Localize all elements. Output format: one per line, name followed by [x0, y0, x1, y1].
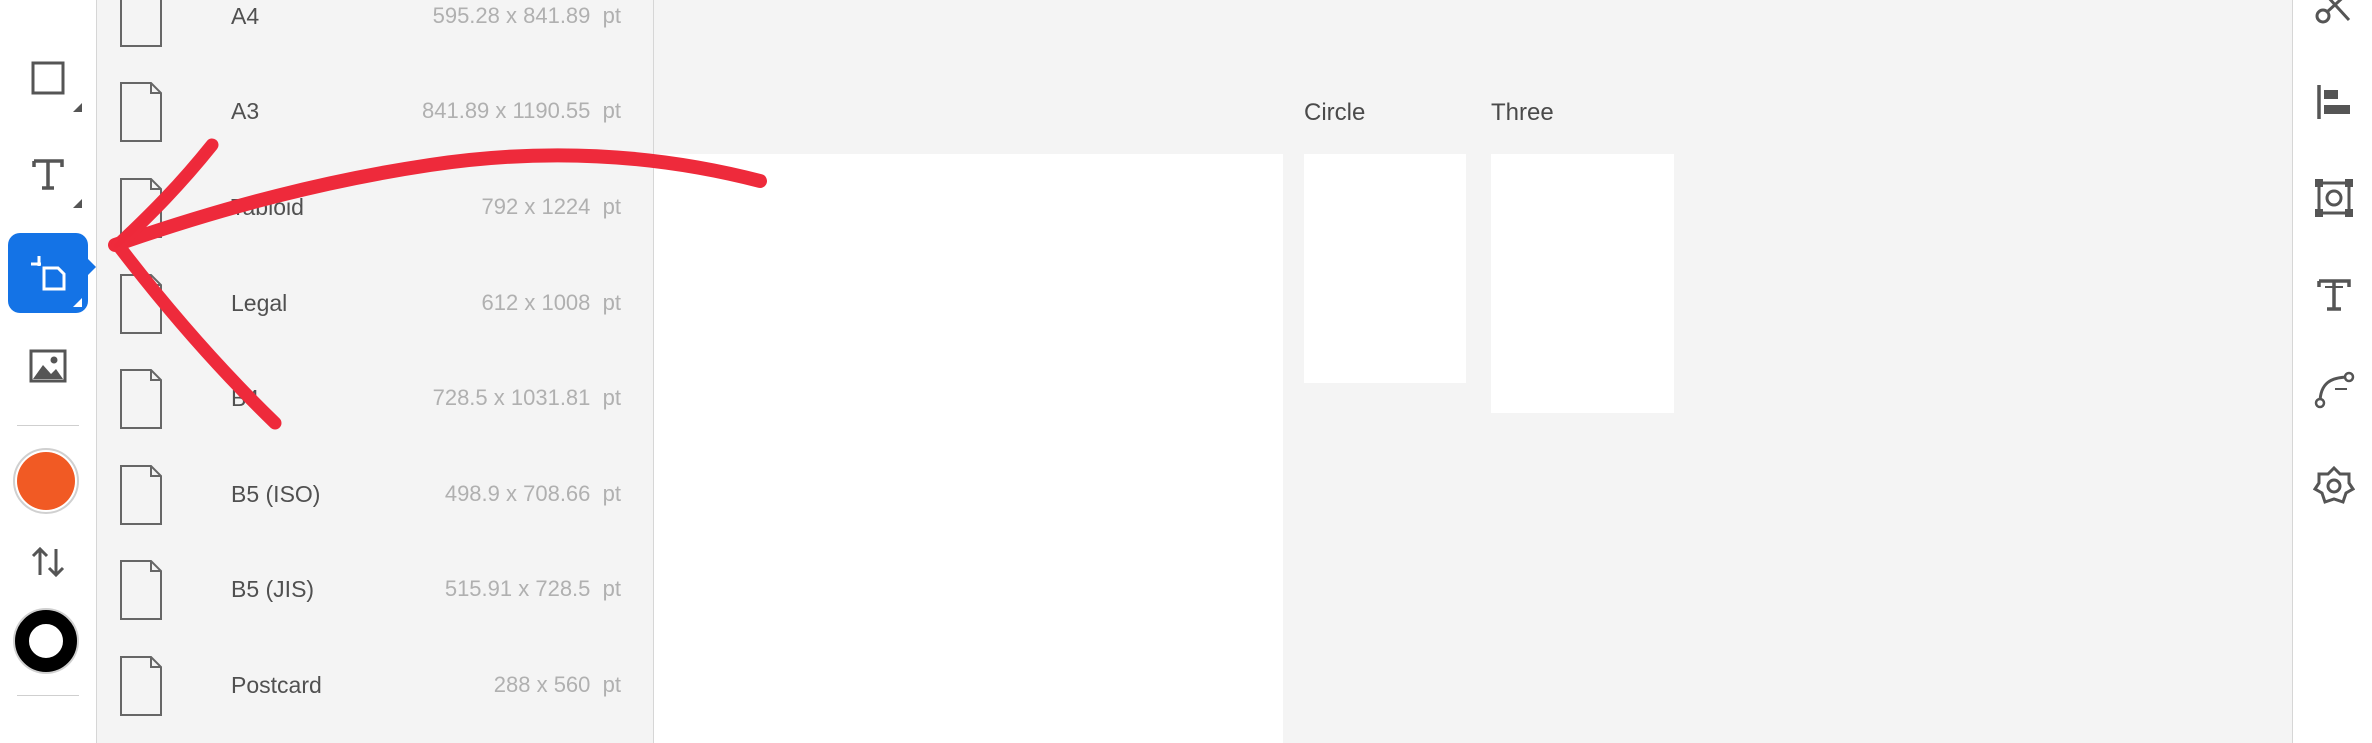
left-toolbar: [0, 0, 97, 743]
preset-row[interactable]: B5 (JIS) 515.91 x 728.5 pt: [97, 541, 653, 637]
path-icon[interactable]: [2313, 369, 2355, 411]
artboard-presets-panel: A4 595.28 x 841.89 pt A3 841.89 x 1190.55 p…: [97, 0, 654, 743]
artboard-label-three[interactable]: Three: [1491, 99, 1554, 127]
swap-arrows-icon[interactable]: [28, 545, 68, 579]
rectangle-icon: [31, 61, 65, 95]
document-icon: [120, 465, 162, 525]
artboard-three[interactable]: [1491, 154, 1674, 413]
scissors-icon[interactable]: [2313, 0, 2355, 28]
document-icon: [120, 178, 162, 238]
preset-name: A4: [231, 3, 260, 29]
rectangle-tool[interactable]: [8, 38, 88, 118]
settings-icon[interactable]: [2313, 465, 2355, 507]
transform-icon[interactable]: [2313, 177, 2355, 219]
preset-name: B4: [231, 385, 260, 411]
image-tool[interactable]: [8, 326, 88, 406]
artboard-circle[interactable]: [1304, 154, 1466, 383]
artboard-label-circle[interactable]: Circle: [1304, 99, 1365, 127]
preset-name: Postcard: [231, 672, 322, 698]
toolbar-divider: [17, 695, 79, 696]
document-icon: [120, 656, 162, 716]
preset-dims-value: 515.91 x 728.5: [444, 576, 591, 601]
align-left-icon[interactable]: [2313, 81, 2355, 123]
preset-row[interactable]: Legal 612 x 1008 pt: [97, 255, 653, 351]
preset-unit: pt: [602, 385, 621, 410]
preset-dimensions: 498.9 x 708.66 pt: [445, 446, 621, 542]
fill-color-dot: [17, 452, 75, 510]
preset-row[interactable]: B5 (ISO) 498.9 x 708.66 pt: [97, 446, 653, 542]
document-icon: [120, 560, 162, 620]
preset-name: B5 (JIS): [231, 576, 315, 602]
preset-dims-value: 498.9 x 708.66: [444, 481, 591, 506]
artboard-tool[interactable]: [8, 233, 88, 313]
document-icon: [120, 369, 162, 429]
preset-dimensions: 612 x 1008 pt: [482, 255, 621, 351]
preset-unit: pt: [602, 194, 621, 219]
preset-unit: pt: [602, 576, 621, 601]
preset-dimensions: 841.89 x 1190.55 pt: [422, 63, 621, 159]
submenu-corner-icon: [73, 298, 82, 307]
preset-unit: pt: [602, 672, 621, 697]
document-icon: [120, 274, 162, 334]
preset-dimensions: 515.91 x 728.5 pt: [445, 541, 621, 637]
preset-row[interactable]: Postcard 288 x 560 pt: [97, 637, 653, 733]
preset-unit: pt: [602, 98, 621, 123]
preset-dims-value: 841.89 x 1190.55: [422, 98, 591, 123]
preset-name: Legal: [231, 290, 288, 316]
preset-name: A3: [231, 98, 260, 124]
selection-pointer: [86, 257, 96, 277]
preset-dims-value: 612 x 1008: [481, 290, 591, 315]
preset-unit: pt: [602, 481, 621, 506]
submenu-corner-icon: [73, 103, 82, 112]
preset-dims-value: 792 x 1224: [481, 194, 591, 219]
preset-dimensions: 288 x 560 pt: [494, 637, 621, 733]
stroke-color-ring: [15, 610, 77, 672]
preset-dimensions: 792 x 1224 pt: [482, 159, 621, 255]
fill-color-swatch[interactable]: [13, 448, 79, 514]
right-toolbar: [2292, 0, 2372, 743]
image-icon: [29, 349, 67, 383]
preset-name: B5 (ISO): [231, 481, 321, 507]
preset-dimensions: 595.28 x 841.89 pt: [433, 0, 621, 64]
artboard-icon: [31, 256, 66, 291]
toolbar-divider: [17, 425, 79, 426]
preset-unit: pt: [602, 3, 621, 28]
preset-dimensions: 728.5 x 1031.81 pt: [433, 350, 621, 446]
preset-row[interactable]: A4 595.28 x 841.89 pt: [97, 0, 653, 64]
preset-row[interactable]: Tabloid 792 x 1224 pt: [97, 159, 653, 255]
submenu-corner-icon: [73, 199, 82, 208]
preset-dims-value: 595.28 x 841.89: [432, 3, 591, 28]
preset-dims-value: 728.5 x 1031.81: [432, 385, 591, 410]
type-icon[interactable]: [2313, 273, 2355, 315]
document-icon: [120, 0, 162, 47]
artboard-main[interactable]: [654, 154, 1283, 743]
preset-name: Tabloid: [231, 194, 304, 220]
text-tool[interactable]: [8, 134, 88, 214]
preset-unit: pt: [602, 290, 621, 315]
preset-dims-value: 288 x 560: [493, 672, 591, 697]
preset-row[interactable]: B4 728.5 x 1031.81 pt: [97, 350, 653, 446]
document-icon: [120, 82, 162, 142]
preset-row[interactable]: A3 841.89 x 1190.55 pt: [97, 63, 653, 159]
text-icon: [32, 159, 64, 190]
stroke-color-swatch[interactable]: [13, 608, 79, 674]
